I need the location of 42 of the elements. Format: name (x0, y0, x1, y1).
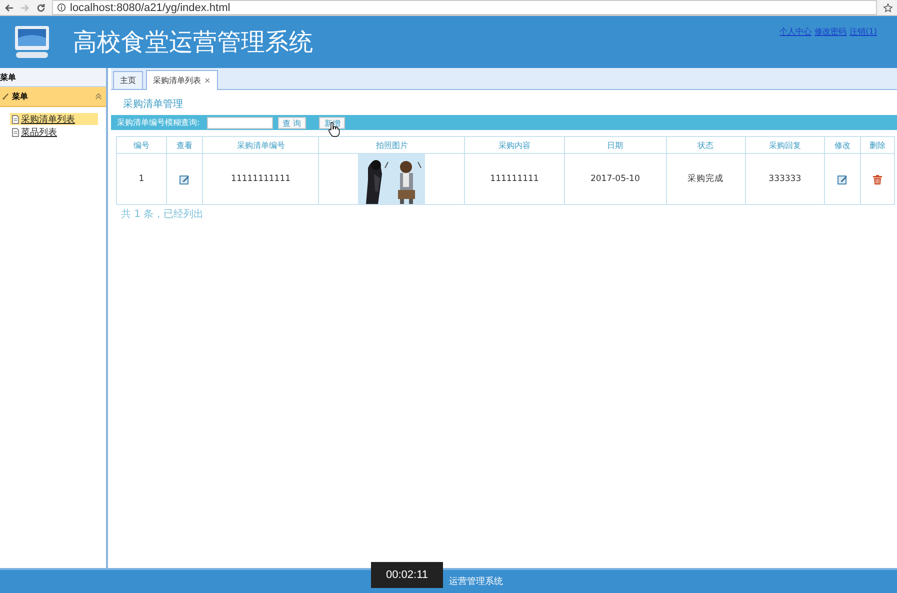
back-icon[interactable] (4, 2, 14, 12)
document-icon (12, 114, 19, 124)
search-label: 采购清单编号模糊查询: (117, 117, 200, 128)
trash-icon[interactable] (872, 174, 883, 184)
table-cell: 采购完成 (666, 154, 746, 204)
edit-icon[interactable] (178, 174, 190, 184)
info-icon[interactable] (57, 3, 66, 12)
edit-icon[interactable] (836, 174, 848, 184)
collapse-icon[interactable] (95, 93, 102, 100)
column-header: 日期 (564, 136, 666, 154)
column-header: 查看 (166, 136, 203, 154)
star-icon[interactable] (883, 2, 893, 12)
app-title: 高校食堂运营管理系统 (73, 27, 314, 58)
column-header: 删除 (860, 136, 894, 154)
search-field[interactable] (206, 116, 273, 128)
tab[interactable]: 采购清单列表 × (146, 70, 218, 90)
column-header: 拍照图片 (318, 136, 465, 154)
table-cell: 1 (116, 154, 166, 204)
pencil-icon (2, 93, 9, 100)
sidebar-item[interactable]: 采购清单列表 (10, 113, 98, 125)
table-cell: 11111111111 (202, 154, 319, 204)
tab[interactable]: 主页 (113, 71, 143, 89)
table-cell: 2017-05-10 (564, 154, 666, 204)
column-header: 采购回复 (745, 136, 825, 154)
record-count: 共 1 条，已经列出 (120, 208, 205, 222)
reload-icon[interactable] (36, 2, 46, 12)
sidebar-item[interactable]: 菜品列表 (10, 126, 98, 138)
video-timestamp: 00:02:11 (371, 562, 443, 588)
menu-section[interactable]: 菜单 (0, 87, 106, 107)
table-cell: 333333 (745, 154, 825, 204)
address-field[interactable]: localhost:8080/a21/yg/index.html (52, 0, 877, 15)
column-header: 状态 (666, 136, 746, 154)
close-icon[interactable]: × (204, 76, 211, 85)
column-header: 修改 (824, 136, 860, 154)
column-header: 采购清单编号 (202, 136, 319, 154)
column-header: 采购内容 (464, 136, 564, 154)
document-icon (12, 128, 19, 136)
column-header: 编号 (116, 136, 166, 154)
page-title: 采购清单管理 (122, 98, 184, 112)
monitor-logo-icon (12, 24, 52, 60)
table-cell: 111111111 (464, 154, 564, 204)
sidebar-title: 菜单 (0, 68, 106, 87)
